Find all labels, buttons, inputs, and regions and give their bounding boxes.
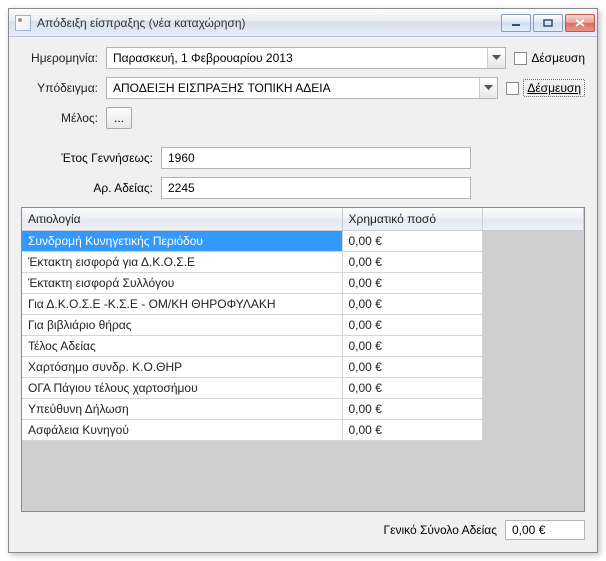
birth-year-value: 1960: [168, 151, 195, 165]
cell-amount[interactable]: 0,00 €: [342, 420, 482, 441]
cell-filler: [482, 315, 584, 336]
client-area: Ημερομηνία: Παρασκευή, 1 Φεβρουαρίου 201…: [9, 37, 597, 552]
date-value: Παρασκευή, 1 Φεβρουαρίου 2013: [107, 51, 487, 65]
template-label: Υπόδειγμα:: [21, 81, 106, 95]
items-grid: Αιτιολογία Χρηματικό ποσό Συνδρομή Κυνηγ…: [21, 207, 585, 512]
cell-amount[interactable]: 0,00 €: [342, 357, 482, 378]
lock-date-label: Δέσμευση: [531, 51, 585, 65]
column-header-amount[interactable]: Χρηματικό ποσό: [342, 208, 482, 231]
table-row[interactable]: Για Δ.Κ.Ο.Σ.Ε -Κ.Σ.Ε - ΟΜ/ΚΗ ΘΗΡΟΦΥΛΑΚΗ0…: [22, 294, 584, 315]
cell-amount[interactable]: 0,00 €: [342, 399, 482, 420]
lock-template-checkbox[interactable]: Δέσμευση: [506, 79, 585, 97]
checkbox-icon: [506, 82, 519, 95]
cell-filler: [482, 336, 584, 357]
table-row[interactable]: ΟΓΑ Πάγιου τέλους χαρτοσήμου0,00 €: [22, 378, 584, 399]
cell-amount[interactable]: 0,00 €: [342, 231, 482, 252]
cell-amount[interactable]: 0,00 €: [342, 378, 482, 399]
table-row[interactable]: Έκτακτη εισφορά Συλλόγου0,00 €: [22, 273, 584, 294]
app-icon: [15, 15, 31, 31]
cell-reason[interactable]: Τέλος Αδείας: [22, 336, 342, 357]
license-label: Αρ. Αδείας:: [21, 181, 161, 195]
chevron-down-icon: [492, 55, 501, 61]
table-row[interactable]: Υπεύθυνη Δήλωση0,00 €: [22, 399, 584, 420]
checkbox-icon: [514, 52, 527, 65]
license-value: 2245: [168, 181, 195, 195]
chevron-down-icon: [484, 85, 493, 91]
date-field[interactable]: Παρασκευή, 1 Φεβρουαρίου 2013: [106, 47, 506, 69]
close-button[interactable]: [565, 14, 595, 32]
cell-filler: [482, 399, 584, 420]
cell-reason[interactable]: Ασφάλεια Κυνηγού: [22, 420, 342, 441]
cell-filler: [482, 378, 584, 399]
table-row[interactable]: Έκτακτη εισφορά για Δ.Κ.Ο.Σ.Ε0,00 €: [22, 252, 584, 273]
lock-date-checkbox[interactable]: Δέσμευση: [514, 51, 585, 65]
cell-reason[interactable]: Χαρτόσημο συνδρ. Κ.Ο.ΘΗΡ: [22, 357, 342, 378]
column-header-filler: [482, 208, 584, 231]
cell-reason[interactable]: Συνδρομή Κυνηγετικής Περιόδου: [22, 231, 342, 252]
footer: Γενικό Σύνολο Αδείας 0,00 €: [21, 512, 585, 540]
cell-filler: [482, 420, 584, 441]
table-row[interactable]: Ασφάλεια Κυνηγού0,00 €: [22, 420, 584, 441]
table-row[interactable]: Συνδρομή Κυνηγετικής Περιόδου0,00 €: [22, 231, 584, 252]
cell-reason[interactable]: Έκτακτη εισφορά για Δ.Κ.Ο.Σ.Ε: [22, 252, 342, 273]
template-combo[interactable]: ΑΠΟΔΕΙΞΗ ΕΙΣΠΡΑΞΗΣ ΤΟΠΙΚΗ ΑΔΕΙΑ: [106, 77, 498, 99]
license-field[interactable]: 2245: [161, 177, 471, 199]
titlebar: Απόδειξη είσπραξης (νέα καταχώρηση): [9, 9, 597, 37]
date-dropdown-button[interactable]: [487, 48, 505, 68]
cell-reason[interactable]: Για Δ.Κ.Ο.Σ.Ε -Κ.Σ.Ε - ΟΜ/ΚΗ ΘΗΡΟΦΥΛΑΚΗ: [22, 294, 342, 315]
cell-amount[interactable]: 0,00 €: [342, 252, 482, 273]
maximize-button[interactable]: [533, 14, 563, 32]
total-label: Γενικό Σύνολο Αδείας: [384, 523, 498, 537]
cell-filler: [482, 252, 584, 273]
table-row[interactable]: Τέλος Αδείας0,00 €: [22, 336, 584, 357]
cell-filler: [482, 357, 584, 378]
cell-reason[interactable]: Υπεύθυνη Δήλωση: [22, 399, 342, 420]
window-title: Απόδειξη είσπραξης (νέα καταχώρηση): [37, 16, 246, 30]
template-dropdown-button[interactable]: [479, 78, 497, 98]
ellipsis-icon: ...: [114, 111, 124, 125]
member-browse-button[interactable]: ...: [106, 107, 132, 129]
cell-amount[interactable]: 0,00 €: [342, 336, 482, 357]
date-label: Ημερομηνία:: [21, 51, 106, 65]
cell-reason[interactable]: Για βιβλιάριο θήρας: [22, 315, 342, 336]
table-row[interactable]: Χαρτόσημο συνδρ. Κ.Ο.ΘΗΡ0,00 €: [22, 357, 584, 378]
cell-filler: [482, 294, 584, 315]
total-value: 0,00 €: [505, 520, 585, 540]
cell-filler: [482, 273, 584, 294]
cell-amount[interactable]: 0,00 €: [342, 294, 482, 315]
cell-reason[interactable]: ΟΓΑ Πάγιου τέλους χαρτοσήμου: [22, 378, 342, 399]
cell-reason[interactable]: Έκτακτη εισφορά Συλλόγου: [22, 273, 342, 294]
cell-filler: [482, 231, 584, 252]
column-header-reason[interactable]: Αιτιολογία: [22, 208, 342, 231]
cell-amount[interactable]: 0,00 €: [342, 315, 482, 336]
member-label: Μέλος:: [21, 111, 106, 125]
cell-amount[interactable]: 0,00 €: [342, 273, 482, 294]
lock-template-label: Δέσμευση: [523, 79, 585, 97]
birth-year-label: Έτος Γεννήσεως:: [21, 151, 161, 165]
birth-year-field[interactable]: 1960: [161, 147, 471, 169]
grid-empty-area: [22, 441, 584, 511]
template-value: ΑΠΟΔΕΙΞΗ ΕΙΣΠΡΑΞΗΣ ΤΟΠΙΚΗ ΑΔΕΙΑ: [107, 81, 479, 95]
table-row[interactable]: Για βιβλιάριο θήρας0,00 €: [22, 315, 584, 336]
minimize-button[interactable]: [501, 14, 531, 32]
window-frame: Απόδειξη είσπραξης (νέα καταχώρηση) Ημερ…: [8, 8, 598, 553]
